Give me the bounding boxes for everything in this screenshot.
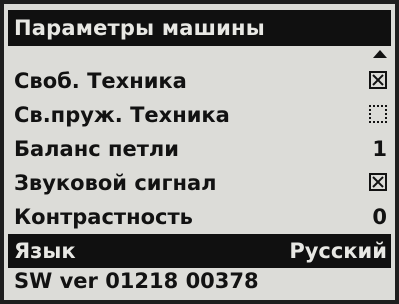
menu-item-value: 1 — [372, 137, 387, 161]
menu-item-label: Баланс петли — [14, 137, 180, 161]
software-version: SW ver 01218 00378 — [14, 269, 259, 293]
menu-item-value: Русский — [289, 239, 387, 263]
menu-item-language[interactable]: Язык Русский — [8, 234, 391, 268]
checkbox-checked-icon[interactable] — [369, 71, 387, 89]
menu-item-spring-technique[interactable]: Св.пруж. Техника — [8, 98, 391, 132]
menu-item-label: Язык — [14, 239, 76, 263]
menu-item-label: Звуковой сигнал — [14, 171, 217, 195]
scroll-up-icon[interactable] — [373, 50, 387, 58]
menu-item-label: Своб. Техника — [14, 69, 187, 93]
menu-item-loop-balance[interactable]: Баланс петли 1 — [8, 132, 391, 166]
display-screen: Параметры машины Своб. Техника Св.пруж. … — [4, 4, 395, 300]
checkbox-unchecked-icon[interactable] — [369, 105, 387, 123]
menu-item-value: 0 — [372, 205, 387, 229]
menu-item-contrast[interactable]: Контрастность 0 — [8, 200, 391, 234]
menu-item-label: Св.пруж. Техника — [14, 103, 230, 127]
menu-item-free-technique[interactable]: Своб. Техника — [8, 64, 391, 98]
page-title: Параметры машины — [8, 10, 391, 46]
checkbox-checked-icon[interactable] — [369, 173, 387, 191]
menu-item-sound-signal[interactable]: Звуковой сигнал — [8, 166, 391, 200]
menu-item-label: Контрастность — [14, 205, 193, 229]
